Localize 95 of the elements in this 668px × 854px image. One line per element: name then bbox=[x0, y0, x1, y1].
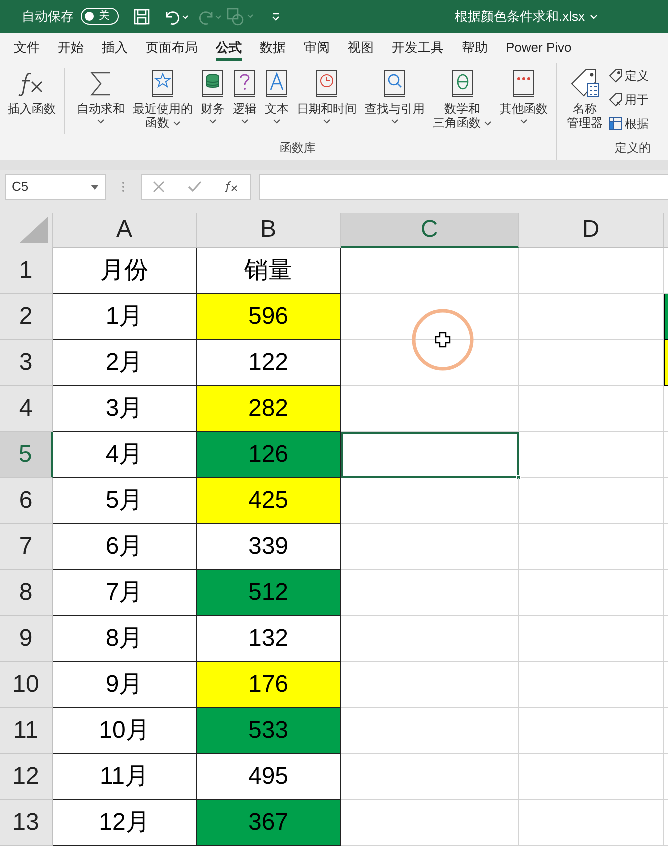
save-icon[interactable] bbox=[133, 8, 151, 26]
tag-icon bbox=[609, 69, 623, 83]
ribbon-button[interactable]: 其他函数 bbox=[498, 68, 550, 124]
row-header[interactable]: 6 bbox=[0, 478, 53, 524]
caret-icon[interactable] bbox=[590, 14, 598, 20]
ribbon-button[interactable]: 插入函数 bbox=[6, 68, 65, 134]
autosave-label: 自动保存 bbox=[22, 8, 74, 26]
ribbon-button[interactable]: 自动求和 bbox=[75, 68, 127, 124]
customize-icon[interactable] bbox=[271, 12, 281, 22]
ribbon-tab[interactable]: 视图 bbox=[340, 33, 382, 63]
table-cell: 6月 bbox=[53, 524, 197, 570]
ribbon-button[interactable]: 数学和 三角函数 bbox=[431, 68, 494, 130]
theta-icon bbox=[452, 68, 474, 100]
letter-icon bbox=[266, 68, 288, 100]
ribbon-button[interactable]: 最近使用的 函数 bbox=[131, 68, 195, 130]
ribbon-tab[interactable]: 开始 bbox=[50, 33, 92, 63]
table-cell: 1月 bbox=[53, 294, 197, 340]
dots-icon bbox=[513, 68, 535, 100]
row-header[interactable]: 13 bbox=[0, 800, 53, 846]
ribbon-button[interactable]: 日期和时间 bbox=[295, 68, 359, 124]
row-header[interactable]: 2 bbox=[0, 294, 53, 340]
star-icon bbox=[152, 68, 174, 100]
ribbon-button[interactable]: 查找与引用 bbox=[363, 68, 427, 124]
ribbon-tab[interactable]: Power Pivo bbox=[498, 33, 580, 63]
table-cell: 月份 bbox=[53, 248, 197, 294]
ribbon-button[interactable]: 逻辑 bbox=[231, 68, 259, 124]
table-cell: 282 bbox=[197, 386, 341, 432]
row-header[interactable]: 4 bbox=[0, 386, 53, 432]
ribbon-tab[interactable]: 开发工具 bbox=[384, 33, 452, 63]
file-name: 根据颜色条件求和.xlsx bbox=[455, 8, 585, 26]
table-cell: 9月 bbox=[53, 662, 197, 708]
table-cell: 126 bbox=[197, 432, 341, 478]
name-box[interactable]: C5 bbox=[5, 174, 106, 200]
function-icon[interactable] bbox=[224, 181, 239, 193]
table-cell: 495 bbox=[197, 754, 341, 800]
table-cell: 12月 bbox=[53, 800, 197, 846]
tag-icon bbox=[609, 93, 623, 107]
row-header[interactable]: 8 bbox=[0, 570, 53, 616]
row-header[interactable]: 11 bbox=[0, 708, 53, 754]
ribbon-tab[interactable]: 公式 bbox=[208, 33, 250, 63]
ribbon-button[interactable]: 用于 bbox=[609, 90, 649, 110]
ribbon-button[interactable]: 名称 管理器 bbox=[565, 68, 605, 130]
table-cell: 8月 bbox=[53, 616, 197, 662]
grip-icon[interactable] bbox=[122, 181, 125, 193]
question-icon bbox=[234, 68, 256, 100]
grid-icon bbox=[609, 117, 623, 131]
table-cell: 5月 bbox=[53, 478, 197, 524]
shape-icon[interactable] bbox=[227, 6, 255, 26]
row-header[interactable]: 5 bbox=[0, 432, 53, 478]
ribbon-button[interactable]: 定义 bbox=[609, 66, 649, 86]
ribbon-tab[interactable]: 插入 bbox=[94, 33, 136, 63]
ribbon-button[interactable]: 财务 bbox=[199, 68, 227, 124]
caret-icon bbox=[91, 184, 99, 190]
database-icon bbox=[202, 68, 224, 100]
check-icon[interactable] bbox=[188, 181, 202, 193]
selected-cell[interactable] bbox=[341, 432, 519, 478]
table-cell: 425 bbox=[197, 478, 341, 524]
column-header[interactable]: D bbox=[519, 213, 664, 248]
formula-input[interactable] bbox=[259, 174, 668, 200]
group-label: 定义的 bbox=[614, 140, 651, 157]
row-header[interactable]: 7 bbox=[0, 524, 53, 570]
table-cell: 2月 bbox=[53, 340, 197, 386]
ribbon-tab[interactable]: 审阅 bbox=[296, 33, 338, 63]
table-cell: 533 bbox=[197, 708, 341, 754]
column-header[interactable]: C bbox=[341, 213, 519, 248]
group-label: 函数库 bbox=[279, 140, 316, 157]
clock-icon bbox=[316, 68, 338, 100]
ribbon-tab[interactable]: 页面布局 bbox=[138, 33, 206, 63]
ribbon-button[interactable]: 根据 bbox=[609, 114, 649, 134]
table-cell: 132 bbox=[197, 616, 341, 662]
cursor-icon bbox=[411, 308, 475, 372]
row-header[interactable]: 1 bbox=[0, 248, 53, 294]
table-cell: 销量 bbox=[197, 248, 341, 294]
table-cell: 11月 bbox=[53, 754, 197, 800]
row-header[interactable]: 12 bbox=[0, 754, 53, 800]
table-cell: 339 bbox=[197, 524, 341, 570]
close-icon[interactable] bbox=[153, 181, 166, 193]
search-icon bbox=[384, 68, 406, 100]
table-cell: 367 bbox=[197, 800, 341, 846]
row-header[interactable]: 3 bbox=[0, 340, 53, 386]
table-cell: 176 bbox=[197, 662, 341, 708]
table-cell: 512 bbox=[197, 570, 341, 616]
table-cell: 3月 bbox=[53, 386, 197, 432]
table-cell: 122 bbox=[197, 340, 341, 386]
table-cell: 10月 bbox=[53, 708, 197, 754]
row-header[interactable]: 10 bbox=[0, 662, 53, 708]
table-cell: 596 bbox=[197, 294, 341, 340]
table-cell: 7月 bbox=[53, 570, 197, 616]
ribbon-button[interactable]: 文本 bbox=[263, 68, 291, 124]
ribbon-tab[interactable]: 数据 bbox=[252, 33, 294, 63]
ribbon-tab[interactable]: 文件 bbox=[6, 33, 48, 63]
autosave-toggle[interactable]: 关 bbox=[81, 8, 119, 25]
table-cell: 4月 bbox=[53, 432, 197, 478]
row-header[interactable]: 9 bbox=[0, 616, 53, 662]
ribbon-tab[interactable]: 帮助 bbox=[454, 33, 496, 63]
